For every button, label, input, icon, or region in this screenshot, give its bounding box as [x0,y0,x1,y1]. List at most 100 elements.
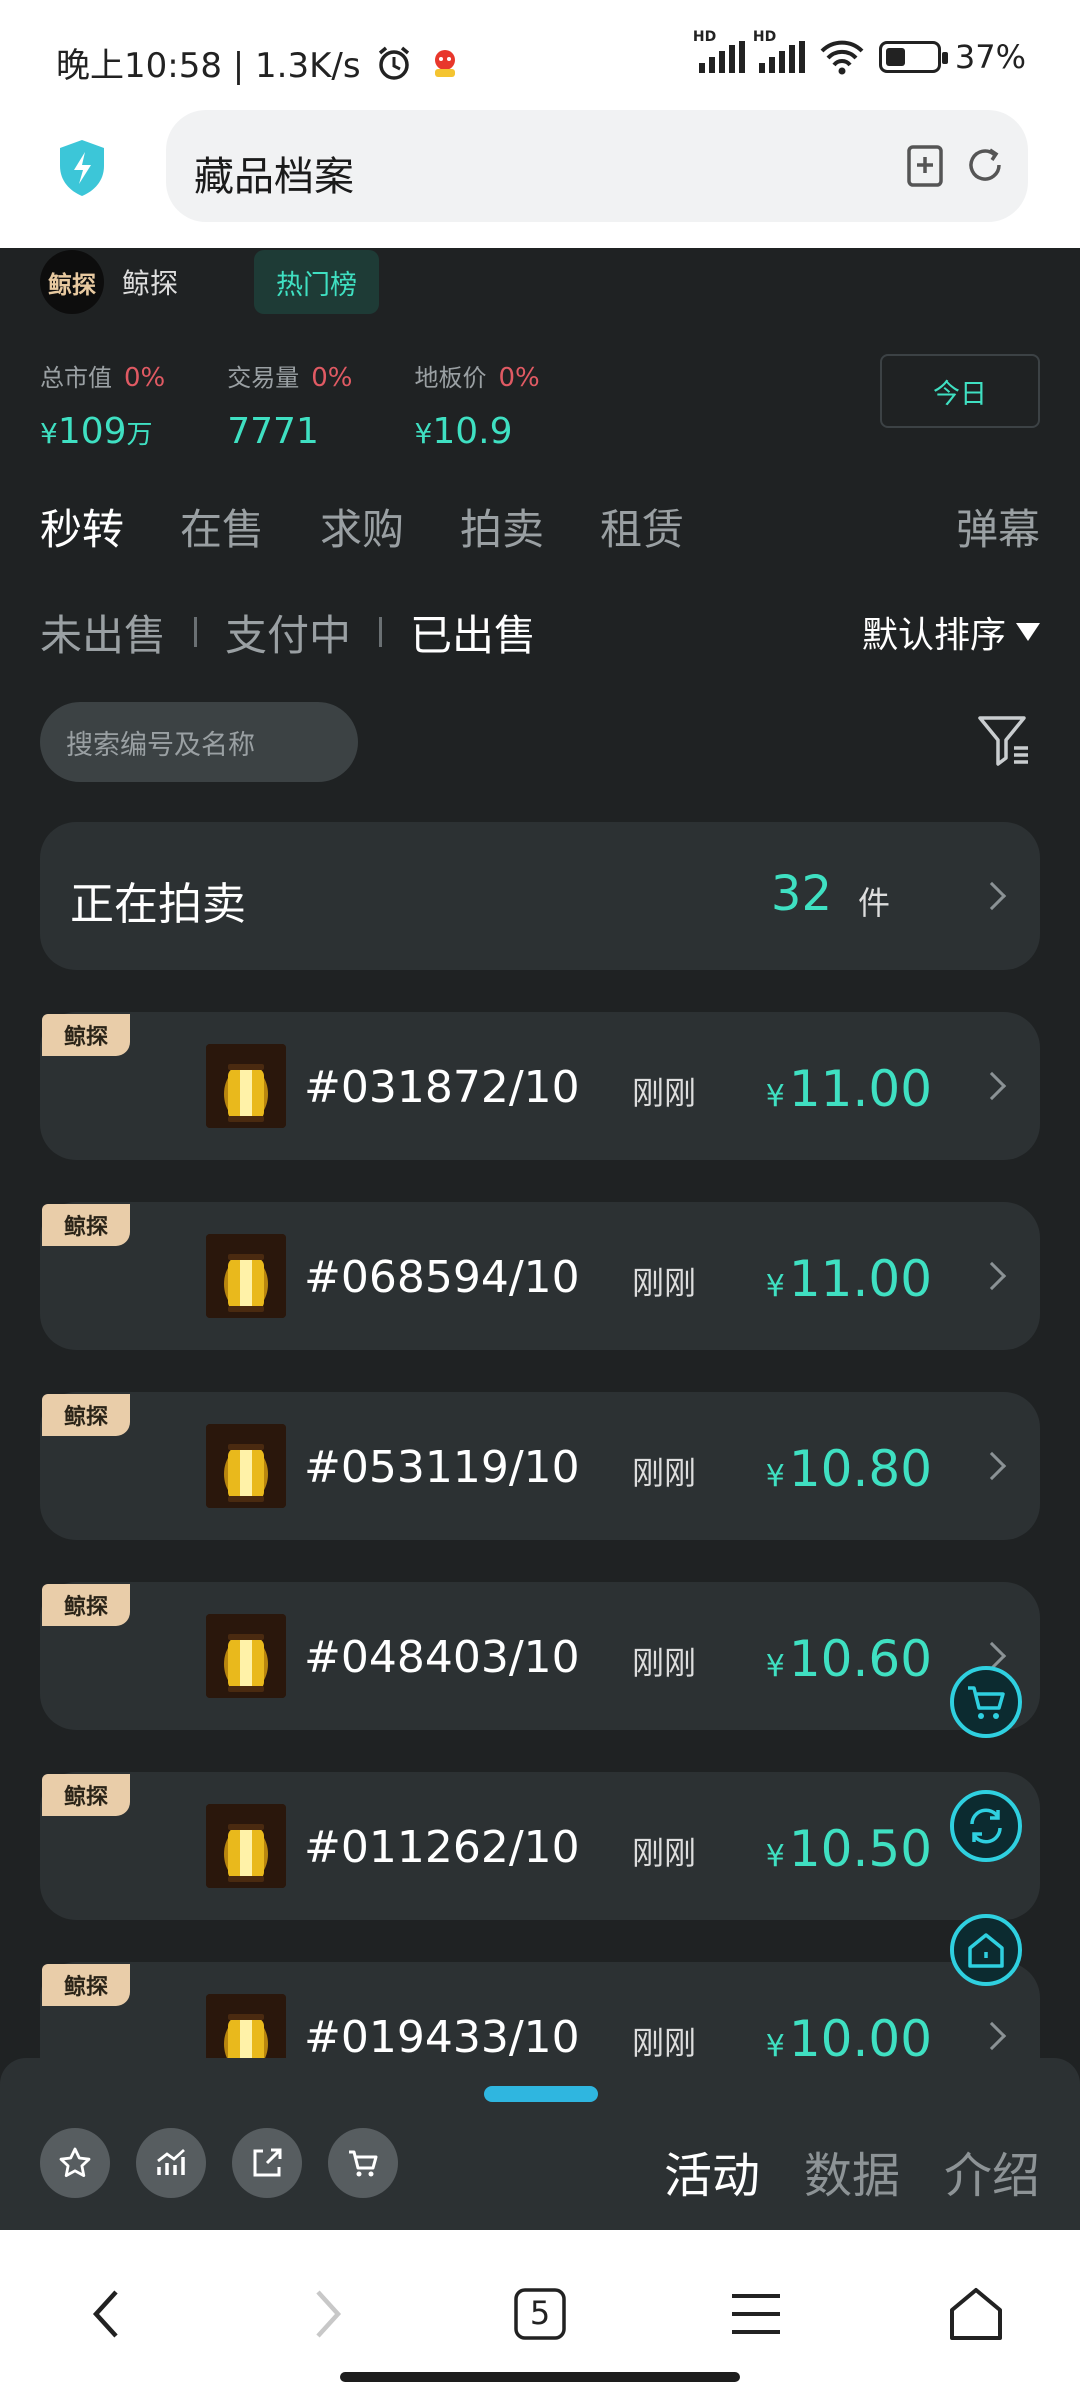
today-button[interactable]: 今日 [880,354,1040,428]
stat-currency: ¥ [40,417,58,450]
sold-list: 鲸探 #031872/10 刚刚 ¥11.00 鲸探 #068594/10 刚刚… [40,1012,1040,2152]
tab-intro[interactable]: 介绍 [944,2136,1040,2206]
auction-banner[interactable]: 正在拍卖 32 件 [40,822,1040,970]
search-input[interactable]: 搜索编号及名称 [40,702,358,782]
subtab-unsold[interactable]: 未出售 [40,602,166,663]
price-value: 10.80 [788,1440,932,1498]
tabs-button[interactable]: 5 [508,2282,572,2346]
share-button[interactable] [232,2128,302,2198]
tab-quick-transfer[interactable]: 秒转 [40,496,124,557]
stat-value: 7771 [227,411,319,452]
filter-icon[interactable] [976,712,1032,768]
stat-volume: 交易量 0% 7771 [227,358,352,452]
stat-change: 0% [311,363,353,393]
subtab-sold[interactable]: 已出售 [410,602,536,663]
forward-arrow-icon [316,2290,342,2338]
chevron-right-icon [977,1451,1007,1481]
auction-count: 32 [770,866,832,922]
brand-logo: 鲸探 [40,250,104,314]
cart-button[interactable] [328,2128,398,2198]
floating-home-button[interactable] [950,1914,1022,1986]
list-item[interactable]: 鲸探 #053119/10 刚刚 ¥10.80 [40,1392,1040,1540]
cart-icon [349,2150,378,2177]
price-currency: ¥ [765,1269,785,1304]
share-icon [253,2148,282,2177]
alarm-icon [378,46,409,80]
sold-price: ¥11.00 [766,1060,932,1118]
tab-wanted[interactable]: 求购 [320,496,404,557]
home-button[interactable] [944,2282,1008,2346]
danmu-toggle[interactable]: 弹幕 [956,496,1040,557]
price-value: 10.60 [788,1630,932,1688]
refresh-icon[interactable] [960,140,1010,190]
serial-number: #019433/10 [304,2012,580,2063]
sold-price: ¥10.80 [766,1440,932,1498]
price-currency: ¥ [765,1649,785,1684]
list-item[interactable]: 鲸探 #031872/10 刚刚 ¥11.00 [40,1012,1040,1160]
list-item[interactable]: 鲸探 #011262/10 刚刚 ¥10.50 [40,1772,1040,1920]
platform-tag: 鲸探 [42,1204,130,1246]
sub-tabs: 未出售 支付中 已出售 默认排序 [40,600,1040,664]
tab-auction[interactable]: 拍卖 [460,496,544,557]
price-value: 11.00 [788,1250,932,1308]
bottom-panel: 活动 数据 介绍 [0,2058,1080,2230]
floating-cart-button[interactable] [950,1666,1022,1738]
menu-icon [732,2294,780,2334]
floating-swap-button[interactable] [950,1790,1022,1862]
panel-tabs: 活动 数据 介绍 [664,2136,1040,2206]
back-button[interactable] [74,2282,138,2346]
page-title: 藏品档案 [194,154,354,200]
stat-value: 109 [57,411,127,452]
drag-handle[interactable] [484,2086,598,2102]
hot-list-button[interactable]: 热门榜 [254,250,380,314]
stat-unit: 万 [126,420,153,450]
collectible-thumbnail [206,1614,286,1698]
subtab-paying[interactable]: 支付中 [225,602,351,663]
sold-time: 刚刚 [632,1644,697,1682]
stat-label: 地板价 [414,364,487,392]
wifi-icon [820,40,864,75]
shield-icon[interactable] [56,138,108,198]
brand-row: 鲸探 鲸探 热门榜 [40,250,380,314]
price-currency: ¥ [765,1459,785,1494]
tab-activity[interactable]: 活动 [664,2136,760,2206]
main-tabs: 秒转 在售 求购 拍卖 租赁 弹幕 [40,496,1040,556]
url-box[interactable]: 藏品档案 [166,110,1028,222]
platform-tag: 鲸探 [42,1584,130,1626]
tab-data[interactable]: 数据 [804,2136,900,2206]
tab-count: 5 [529,2294,551,2332]
market-stats: 总市值 0% ¥109万 交易量 0% 7771 地板价 0% ¥10.9 [40,358,540,452]
serial-number: #053119/10 [304,1442,580,1493]
serial-number: #048403/10 [304,1632,580,1683]
chevron-right-icon [977,1261,1007,1291]
divider [379,617,383,647]
add-bookmark-icon[interactable] [900,140,950,190]
stat-floor-price: 地板价 0% ¥10.9 [415,358,540,452]
sold-price: ¥10.50 [766,1820,932,1878]
star-icon [59,2147,91,2177]
cart-icon [968,1686,1005,1719]
menu-button[interactable] [724,2282,788,2346]
sold-price: ¥10.60 [766,1630,932,1688]
collectible-thumbnail [206,1424,286,1508]
battery-icon [878,41,948,73]
stat-label: 交易量 [227,364,300,392]
app-notification-icon [434,49,455,77]
panel-actions [40,2128,398,2198]
sort-dropdown[interactable]: 默认排序 [862,606,1040,658]
collectible-thumbnail [206,1234,286,1318]
sold-time: 刚刚 [632,1074,697,1112]
stat-change: 0% [124,363,166,393]
collectible-thumbnail [206,1804,286,1888]
trend-button[interactable] [136,2128,206,2198]
tab-on-sale[interactable]: 在售 [180,496,264,557]
serial-number: #068594/10 [304,1252,580,1303]
gesture-bar[interactable] [340,2372,740,2382]
back-arrow-icon [92,2290,118,2338]
tab-rental[interactable]: 租赁 [600,496,684,557]
list-item[interactable]: 鲸探 #048403/10 刚刚 ¥10.60 [40,1582,1040,1730]
forward-button[interactable] [296,2282,360,2346]
chart-icon [157,2148,185,2175]
favorite-button[interactable] [40,2128,110,2198]
list-item[interactable]: 鲸探 #068594/10 刚刚 ¥11.00 [40,1202,1040,1350]
